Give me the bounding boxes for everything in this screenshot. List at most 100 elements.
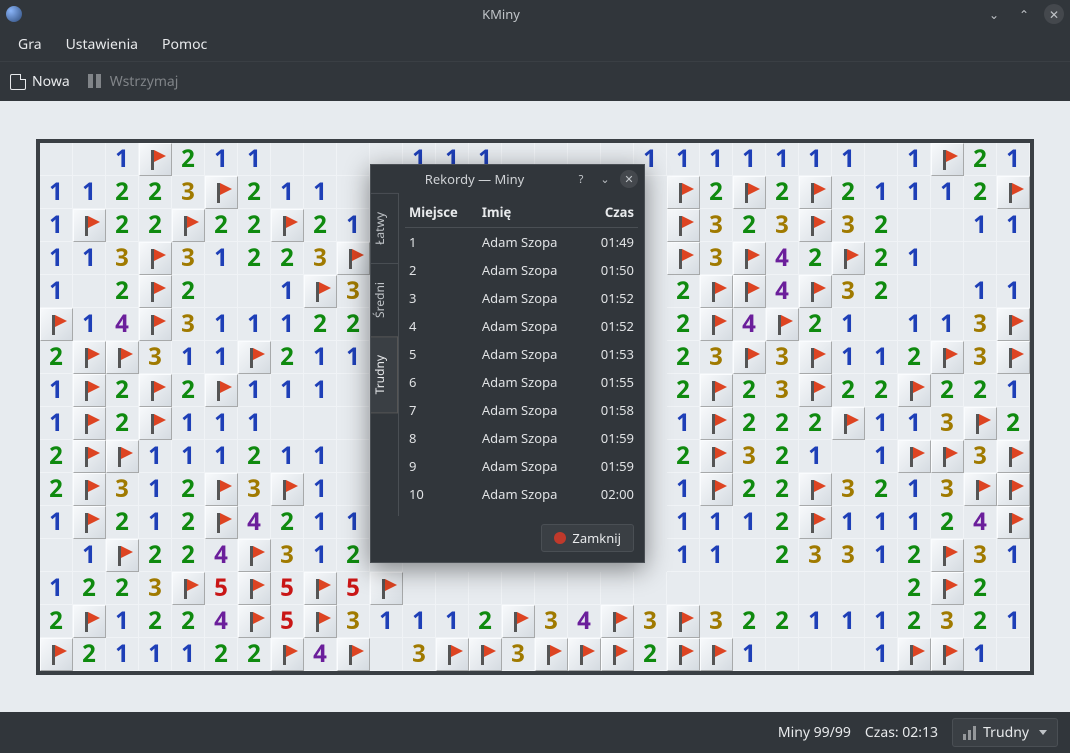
cell[interactable] [700,572,733,605]
cell[interactable]: 1 [865,506,898,539]
cell[interactable]: 3 [931,605,964,638]
cell[interactable] [766,308,799,341]
cell[interactable]: 1 [667,407,700,440]
cell[interactable]: 1 [172,407,205,440]
cell[interactable]: 2 [733,374,766,407]
cell[interactable]: 2 [997,407,1030,440]
cell[interactable] [931,440,964,473]
cell[interactable]: 1 [73,176,106,209]
cell[interactable] [535,638,568,671]
cell[interactable] [172,572,205,605]
dialog-help-button[interactable]: ? [572,170,590,188]
cell[interactable] [700,374,733,407]
cell[interactable]: 2 [799,407,832,440]
cell[interactable]: 1 [667,539,700,572]
cell[interactable]: 3 [337,605,370,638]
cell[interactable]: 3 [964,539,997,572]
cell[interactable]: 2 [205,209,238,242]
cell[interactable] [997,572,1030,605]
cell[interactable]: 2 [964,605,997,638]
cell[interactable]: 2 [172,539,205,572]
cell[interactable]: 2 [667,308,700,341]
dialog-close-x[interactable]: ✕ [620,170,638,188]
cell[interactable]: 2 [106,176,139,209]
cell[interactable]: 2 [733,605,766,638]
cell[interactable]: 1 [733,638,766,671]
cell[interactable]: 1 [964,275,997,308]
cell[interactable] [205,275,238,308]
cell[interactable] [568,572,601,605]
cell[interactable] [238,539,271,572]
cell[interactable]: 2 [964,176,997,209]
cell[interactable] [667,242,700,275]
cell[interactable]: 3 [832,275,865,308]
pause-button[interactable]: Wstrzymaj [88,72,179,91]
cell[interactable] [304,605,337,638]
cell[interactable] [40,539,73,572]
cell[interactable]: 2 [634,638,667,671]
cell[interactable]: 2 [733,407,766,440]
cell[interactable]: 3 [832,539,865,572]
cell[interactable]: 1 [40,209,73,242]
cell[interactable]: 2 [271,242,304,275]
cell[interactable]: 1 [865,638,898,671]
cell[interactable]: 1 [898,308,931,341]
cell[interactable]: 3 [766,209,799,242]
cell[interactable]: 1 [964,209,997,242]
cell[interactable]: 3 [964,308,997,341]
cell[interactable] [73,440,106,473]
cell[interactable]: 1 [799,143,832,176]
cell[interactable] [667,605,700,638]
cell[interactable] [799,209,832,242]
cell[interactable] [964,407,997,440]
cell[interactable]: 1 [238,143,271,176]
cell[interactable] [997,341,1030,374]
cell[interactable]: 2 [172,374,205,407]
cell[interactable]: 2 [832,374,865,407]
cell[interactable] [304,572,337,605]
difficulty-dropdown[interactable]: Trudny [952,718,1058,747]
cell[interactable]: 1 [73,539,106,572]
cell[interactable] [337,407,370,440]
cell[interactable]: 3 [304,242,337,275]
cell[interactable]: 1 [40,374,73,407]
cell[interactable]: 4 [304,638,337,671]
cell[interactable]: 1 [832,506,865,539]
cell[interactable]: 1 [964,638,997,671]
cell[interactable] [139,374,172,407]
cell[interactable] [733,242,766,275]
cell[interactable]: 3 [700,242,733,275]
cell[interactable] [799,176,832,209]
cell[interactable]: 1 [304,506,337,539]
cell[interactable] [271,209,304,242]
cell[interactable] [271,407,304,440]
cell[interactable] [667,638,700,671]
cell[interactable] [370,572,403,605]
cell[interactable] [469,572,502,605]
cell[interactable]: 1 [337,209,370,242]
cell[interactable]: 2 [766,506,799,539]
cell[interactable]: 3 [634,605,667,638]
cell[interactable] [337,440,370,473]
cell[interactable]: 1 [271,176,304,209]
cell[interactable]: 2 [106,407,139,440]
cell[interactable]: 3 [139,572,172,605]
cell[interactable] [634,572,667,605]
cell[interactable] [733,572,766,605]
cell[interactable] [106,341,139,374]
cell[interactable]: 1 [898,407,931,440]
cell[interactable]: 2 [106,209,139,242]
cell[interactable]: 1 [766,143,799,176]
cell[interactable]: 3 [535,605,568,638]
cell[interactable]: 1 [304,341,337,374]
cell[interactable]: 2 [172,605,205,638]
cell[interactable]: 2 [271,506,304,539]
cell[interactable] [931,539,964,572]
cell[interactable]: 1 [304,539,337,572]
cell[interactable] [964,473,997,506]
maximize-button[interactable]: ⌃ [1014,4,1034,24]
cell[interactable] [337,143,370,176]
cell[interactable]: 1 [205,242,238,275]
cell[interactable] [601,605,634,638]
cell[interactable]: 1 [40,572,73,605]
